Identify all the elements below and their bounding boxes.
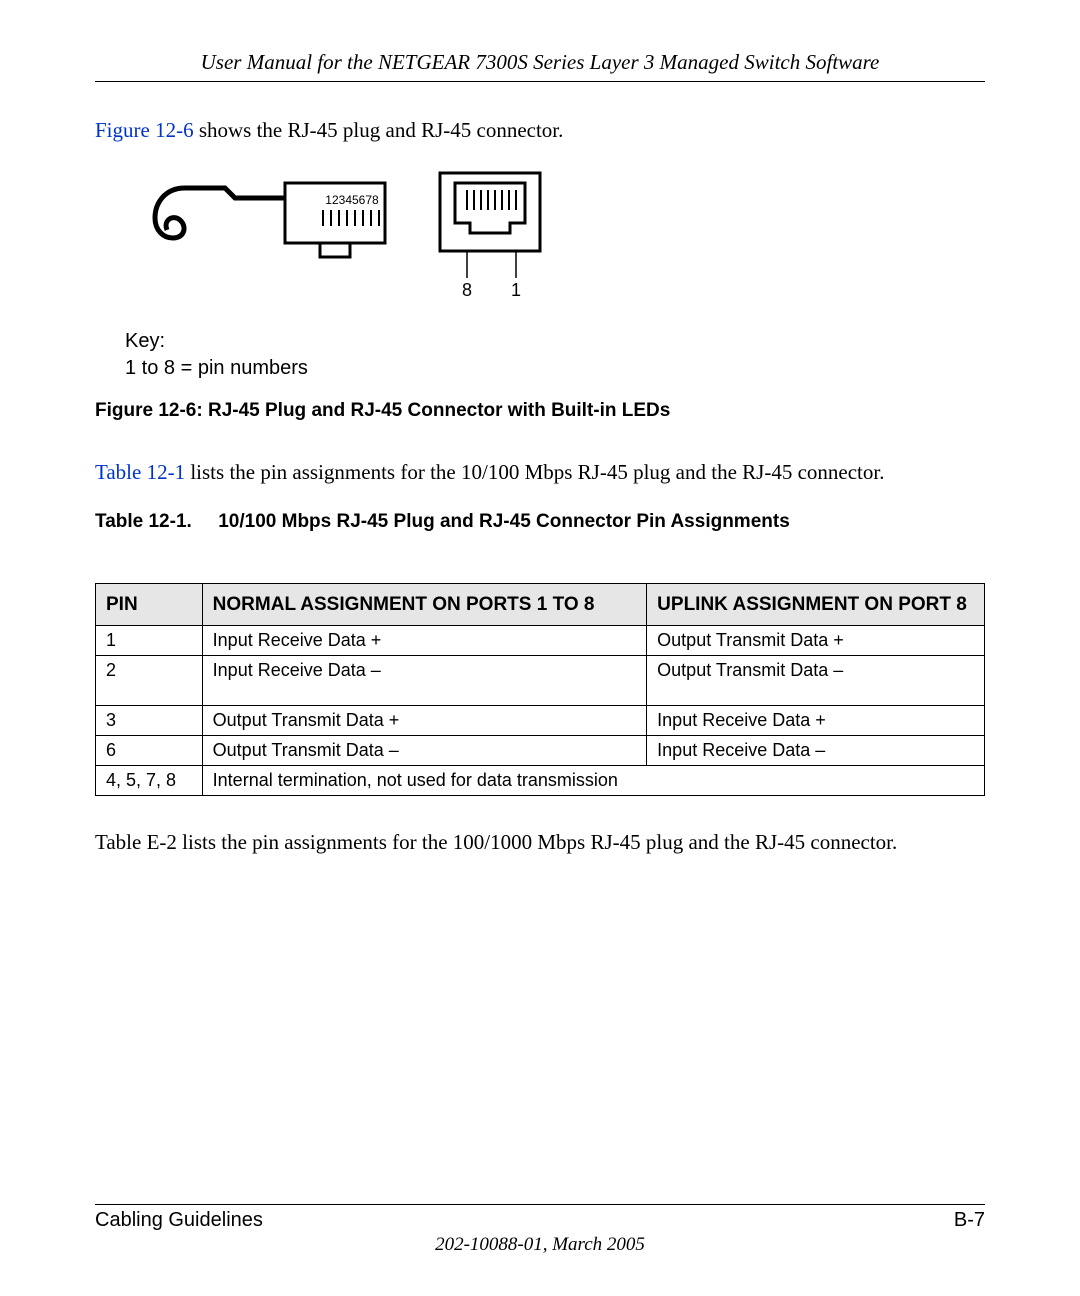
footer-rule [95,1204,985,1205]
jack-pin-8-label: 8 [462,280,472,300]
cell-pin: 4, 5, 7, 8 [96,766,203,796]
header-rule [95,81,985,82]
rj45-jack-icon: 8 1 [435,168,545,308]
cell-normal: Output Transmit Data + [202,706,647,736]
table-row: 1 Input Receive Data + Output Transmit D… [96,626,985,656]
key-description: 1 to 8 = pin numbers [125,357,308,379]
footer-docid: 202-10088-01, March 2005 [95,1234,985,1256]
table-link[interactable]: Table 12-1 [95,460,185,484]
figure-link[interactable]: Figure 12-6 [95,118,194,142]
cell-pin: 3 [96,706,203,736]
cell-normal: Output Transmit Data – [202,736,647,766]
table-row: 6 Output Transmit Data – Input Receive D… [96,736,985,766]
cell-uplink: Input Receive Data + [647,706,985,736]
col-uplink: UPLINK ASSIGNMENT ON PORT 8 [647,583,985,626]
intro-text-2: lists the pin assignments for the 10/100… [185,460,884,484]
table-row-last: 4, 5, 7, 8 Internal termination, not use… [96,766,985,796]
running-header: User Manual for the NETGEAR 7300S Series… [95,50,985,75]
cell-uplink: Input Receive Data – [647,736,985,766]
cell-normal: Input Receive Data – [202,656,647,706]
key-label: Key: [125,330,165,352]
cell-pin: 2 [96,656,203,706]
cell-pin: 6 [96,736,203,766]
figure-12-6-diagram: 12345678 [125,168,985,382]
col-pin: PIN [96,583,203,626]
rj45-plug-icon: 12345678 [125,168,395,278]
jack-pin-1-label: 1 [511,280,521,300]
footer-section: Cabling Guidelines [95,1209,263,1232]
plug-pin-numbers: 12345678 [325,193,379,207]
cell-uplink: Output Transmit Data + [647,626,985,656]
cell-span: Internal termination, not used for data … [202,766,984,796]
table-row: 3 Output Transmit Data + Input Receive D… [96,706,985,736]
col-normal: NORMAL ASSIGNMENT ON PORTS 1 TO 8 [202,583,647,626]
cell-uplink: Output Transmit Data – [647,656,985,706]
intro-paragraph-1: Figure 12-6 shows the RJ-45 plug and RJ-… [95,116,985,144]
cell-normal: Input Receive Data + [202,626,647,656]
paragraph-3: Table E-2 lists the pin assignments for … [95,828,985,856]
intro-paragraph-2: Table 12-1 lists the pin assignments for… [95,458,985,486]
table-caption: Table 12-1. 10/100 Mbps RJ-45 Plug and R… [95,511,985,533]
table-number: Table 12-1. [95,511,192,532]
table-row: 2 Input Receive Data – Output Transmit D… [96,656,985,706]
table-title-text: 10/100 Mbps RJ-45 Plug and RJ-45 Connect… [218,511,790,532]
cell-pin: 1 [96,626,203,656]
figure-caption: Figure 12-6: RJ-45 Plug and RJ-45 Connec… [95,400,985,422]
intro-text-1: shows the RJ-45 plug and RJ-45 connector… [194,118,564,142]
page-number: B-7 [954,1209,985,1232]
pin-assignment-table: PIN NORMAL ASSIGNMENT ON PORTS 1 TO 8 UP… [95,583,985,797]
